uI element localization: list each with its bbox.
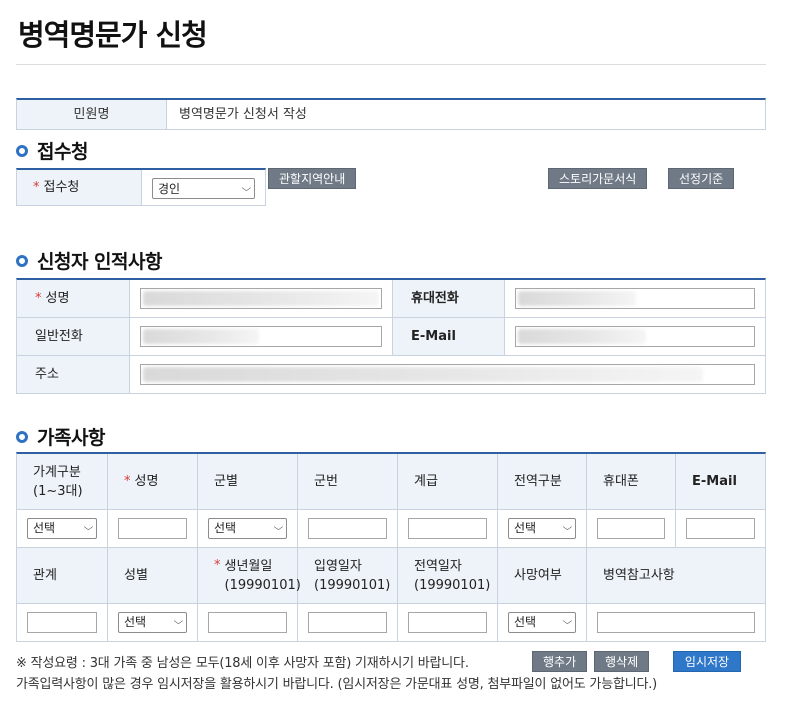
family-header-branch: 군별: [198, 454, 298, 509]
mobile-input[interactable]: [515, 288, 755, 309]
family-name-input[interactable]: [118, 518, 187, 539]
civil-name-value: 병역명문가 신청서 작성: [179, 107, 307, 122]
family-header-lineage: 가계구분 (1~3대): [17, 454, 108, 509]
family-header-email: E-Mail: [692, 474, 737, 489]
delete-row-button[interactable]: 행삭제: [594, 651, 650, 672]
name-input[interactable]: [140, 288, 382, 309]
required-mark-icon: *: [33, 180, 40, 195]
title-divider: [16, 64, 766, 65]
region-guide-button[interactable]: 관할지역안내: [268, 168, 357, 189]
chevron-down-icon: ⌵: [173, 617, 184, 627]
temp-save-note: 가족입력사항이 많은 경우 임시저장을 활용하시기 바랍니다. (임시저장은 가…: [16, 677, 658, 692]
chevron-down-icon: ⌵: [83, 523, 94, 533]
service-number-input[interactable]: [308, 518, 387, 539]
required-mark-icon: *: [214, 558, 221, 573]
family-email-input[interactable]: [686, 518, 755, 539]
deceased-select[interactable]: 선택 ⌵: [508, 612, 576, 633]
enlistment-date-input[interactable]: [308, 612, 387, 633]
civil-name-table: 민원명 병역명문가 신청서 작성: [16, 98, 766, 130]
address-input[interactable]: [140, 364, 755, 385]
birthdate-input[interactable]: [208, 612, 287, 633]
lineage-select[interactable]: 선택 ⌵: [27, 518, 97, 539]
gender-select[interactable]: 선택 ⌵: [118, 612, 187, 633]
email-input[interactable]: [515, 326, 755, 347]
family-header-discharge-type: 전역구분: [498, 454, 587, 509]
required-mark-icon: *: [124, 474, 131, 489]
name-label: * 성명: [17, 280, 130, 317]
family-header-service-number: 군번: [298, 454, 398, 509]
family-mobile-input[interactable]: [597, 518, 665, 539]
family-header-birthdate: * 생년월일 (19990101): [198, 548, 301, 603]
rank-input[interactable]: [408, 518, 487, 539]
family-header-name: * 성명: [108, 454, 198, 509]
criteria-button[interactable]: 선정기준: [668, 168, 735, 189]
reception-select[interactable]: 경인 ⌵: [152, 178, 255, 199]
reception-section-title: 접수청: [16, 137, 88, 164]
applicant-table: * 성명 휴대전화 일반전화 E-Mail 주소: [16, 278, 766, 394]
required-mark-icon: *: [35, 291, 42, 306]
family-header-gender: 성별: [108, 548, 198, 603]
reception-label: * 접수청: [17, 170, 142, 205]
relation-input[interactable]: [27, 612, 97, 633]
family-header-mobile: 휴대폰: [587, 454, 676, 509]
add-row-button[interactable]: 행추가: [532, 651, 588, 672]
civil-name-label: 민원명: [17, 100, 167, 129]
instruction-note: ※ 작성요령 : 3대 가족 중 남성은 모두(18세 이후 사망자 포함) 기…: [16, 656, 469, 671]
branch-select[interactable]: 선택 ⌵: [208, 518, 287, 539]
phone-input[interactable]: [140, 326, 382, 347]
discharge-type-select[interactable]: 선택 ⌵: [508, 518, 576, 539]
chevron-down-icon: ⌵: [562, 617, 573, 627]
family-header-military-notes: 병역참고사항: [603, 568, 675, 583]
family-header-deceased: 사망여부: [498, 548, 587, 603]
family-header-rank: 계급: [398, 454, 498, 509]
family-table: 가계구분 (1~3대) * 성명 군별 군번 계급 전역구분 휴대폰 E-Mail…: [16, 452, 766, 642]
phone-label: 일반전화: [17, 318, 130, 355]
chevron-down-icon: ⌵: [241, 183, 252, 194]
family-header-discharge-date: 전역일자 (19990101): [398, 548, 498, 603]
chevron-down-icon: ⌵: [273, 523, 284, 533]
temp-save-button[interactable]: 임시저장: [673, 651, 741, 672]
story-form-button[interactable]: 스토리가문서식: [548, 168, 648, 189]
family-header-relation: 관계: [17, 548, 108, 603]
address-label: 주소: [17, 356, 130, 393]
family-section-title: 가족사항: [16, 423, 105, 450]
page-title: 병역명문가 신청: [18, 18, 208, 52]
discharge-date-input[interactable]: [408, 612, 487, 633]
section-bullet-icon: [16, 430, 28, 443]
email-label: E-Mail: [392, 318, 505, 355]
military-notes-input[interactable]: [597, 612, 755, 633]
family-header-enlistment-date: 입영일자 (19990101): [298, 548, 398, 603]
chevron-down-icon: ⌵: [562, 523, 573, 533]
section-bullet-icon: [16, 254, 28, 267]
applicant-section-title: 신청자 인적사항: [16, 247, 162, 274]
section-bullet-icon: [16, 144, 28, 157]
mobile-label: 휴대전화: [392, 280, 505, 317]
reception-table: * 접수청 경인 ⌵: [16, 168, 266, 206]
